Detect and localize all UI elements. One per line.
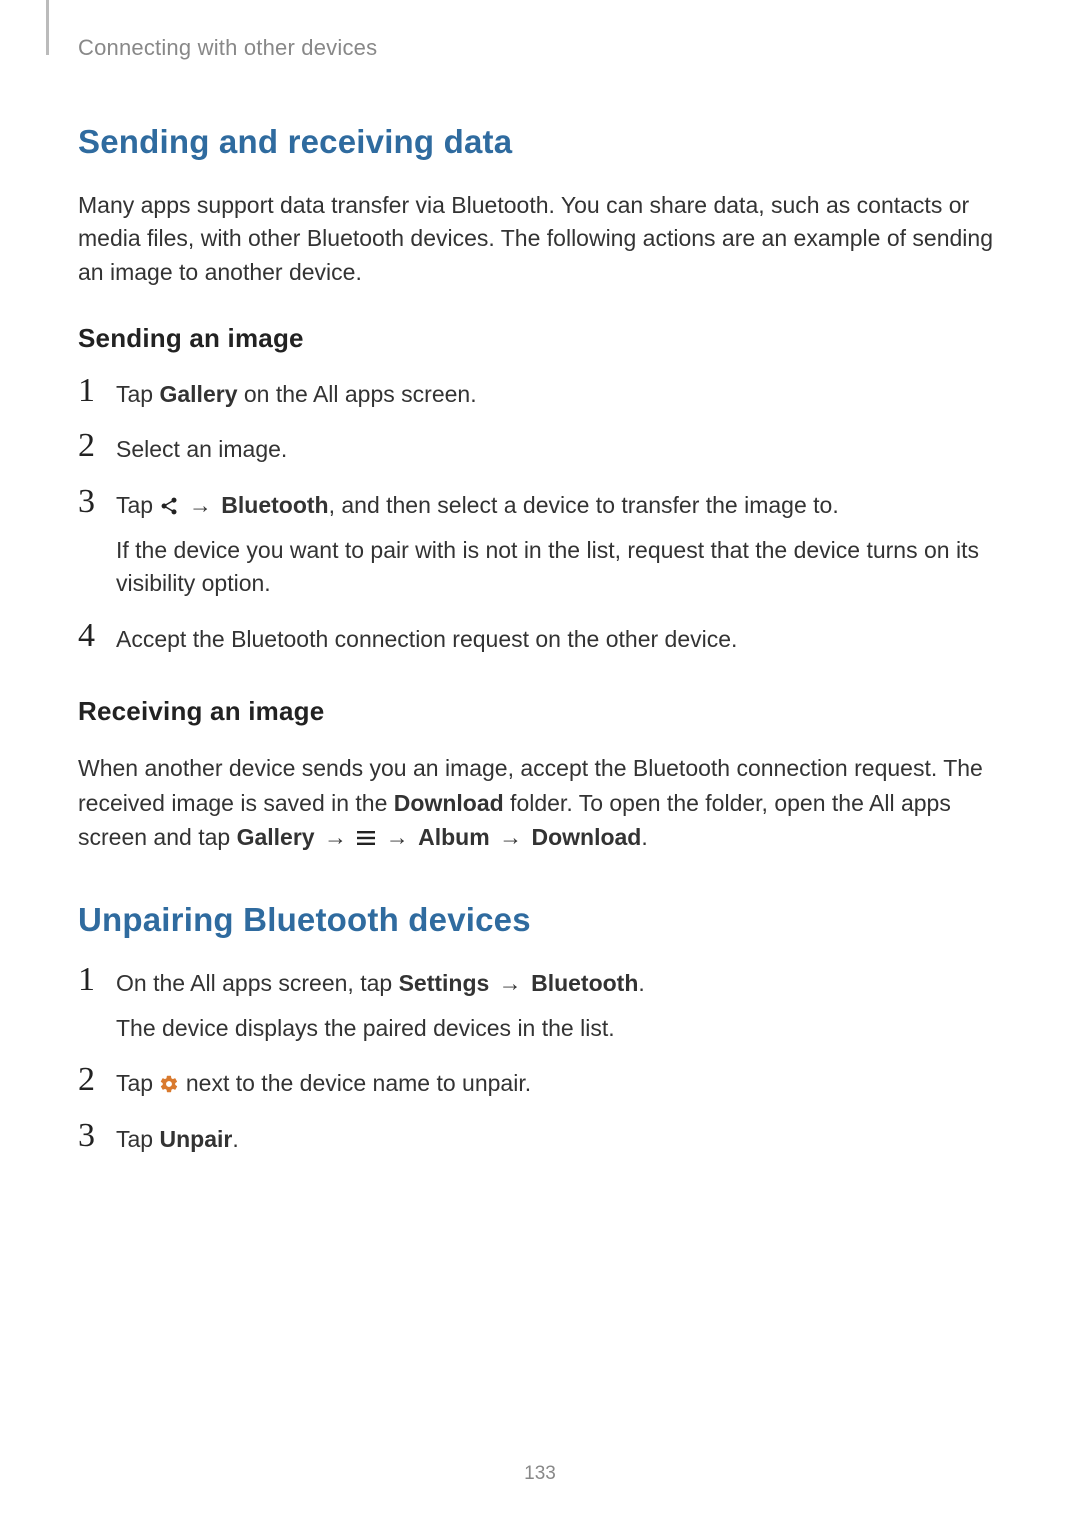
- text: Accept the Bluetooth connection request …: [116, 626, 737, 652]
- step-1-unpair: 1 On the All apps screen, tap Settings →…: [78, 967, 1002, 1046]
- section-title-sending-receiving: Sending and receiving data: [78, 123, 1002, 161]
- step-1-sending: 1 Tap Gallery on the All apps screen.: [78, 378, 1002, 411]
- header-tick: [46, 0, 49, 55]
- step-body: Tap Gallery on the All apps screen.: [108, 378, 1002, 411]
- step-number: 1: [78, 374, 108, 408]
- text: Tap: [116, 492, 159, 518]
- step-body: Tap Unpair.: [108, 1123, 1002, 1156]
- arrow: →: [489, 970, 531, 996]
- text-bold: Gallery: [237, 824, 315, 850]
- arrow: →: [490, 824, 532, 850]
- step-number: 1: [78, 963, 108, 997]
- page-number: 133: [0, 1463, 1080, 1485]
- intro-paragraph: Many apps support data transfer via Blue…: [78, 189, 1002, 289]
- text: , and then select a device to transfer t…: [329, 492, 839, 518]
- gear-icon: [159, 1074, 179, 1094]
- step-4-sending: 4 Accept the Bluetooth connection reques…: [78, 623, 1002, 656]
- step-body: Accept the Bluetooth connection request …: [108, 623, 1002, 656]
- text-bold: Unpair: [159, 1126, 232, 1152]
- step-sub-text: If the device you want to pair with is n…: [116, 534, 1002, 601]
- text-bold: Settings: [399, 970, 490, 996]
- share-icon: [159, 496, 179, 516]
- step-body: Select an image.: [108, 433, 1002, 466]
- text: .: [232, 1126, 238, 1152]
- text-bold: Download: [531, 824, 641, 850]
- text: Tap: [116, 1126, 159, 1152]
- text-bold: Gallery: [159, 381, 237, 407]
- text: next to the device name to unpair.: [179, 1070, 531, 1096]
- step-number: 3: [78, 485, 108, 519]
- subhead-sending-image: Sending an image: [78, 323, 1002, 354]
- text: Tap: [116, 381, 159, 407]
- text-bold: Bluetooth: [221, 492, 328, 518]
- step-body: On the All apps screen, tap Settings → B…: [108, 967, 1002, 1046]
- breadcrumb: Connecting with other devices: [78, 35, 1002, 61]
- arrow: →: [376, 824, 418, 850]
- step-number: 2: [78, 1063, 108, 1097]
- step-number: 4: [78, 619, 108, 653]
- subhead-receiving-image: Receiving an image: [78, 696, 1002, 727]
- step-sub-text: The device displays the paired devices i…: [116, 1012, 1002, 1045]
- text-bold: Bluetooth: [531, 970, 638, 996]
- step-number: 3: [78, 1119, 108, 1153]
- step-3-unpair: 3 Tap Unpair.: [78, 1123, 1002, 1156]
- text-bold: Album: [418, 824, 490, 850]
- receiving-paragraph: When another device sends you an image, …: [78, 751, 1002, 855]
- step-number: 2: [78, 429, 108, 463]
- section-title-unpairing: Unpairing Bluetooth devices: [78, 901, 1002, 939]
- step-body: Tap next to the device name to unpair.: [108, 1067, 1002, 1100]
- text: Tap: [116, 1070, 159, 1096]
- text: on the All apps screen.: [237, 381, 476, 407]
- text: .: [638, 970, 644, 996]
- page-content: Connecting with other devices Sending an…: [0, 0, 1080, 1156]
- arrow: →: [179, 492, 221, 518]
- step-2-sending: 2 Select an image.: [78, 433, 1002, 466]
- text: Select an image.: [116, 436, 287, 462]
- text: .: [641, 824, 647, 850]
- step-3-sending: 3 Tap → Bluetooth, and then select a dev…: [78, 489, 1002, 601]
- text-bold: Download: [394, 790, 504, 816]
- step-2-unpair: 2 Tap next to the device name to unpair.: [78, 1067, 1002, 1100]
- arrow: →: [315, 824, 357, 850]
- step-body: Tap → Bluetooth, and then select a devic…: [108, 489, 1002, 601]
- menu-icon: [356, 830, 376, 846]
- text: On the All apps screen, tap: [116, 970, 399, 996]
